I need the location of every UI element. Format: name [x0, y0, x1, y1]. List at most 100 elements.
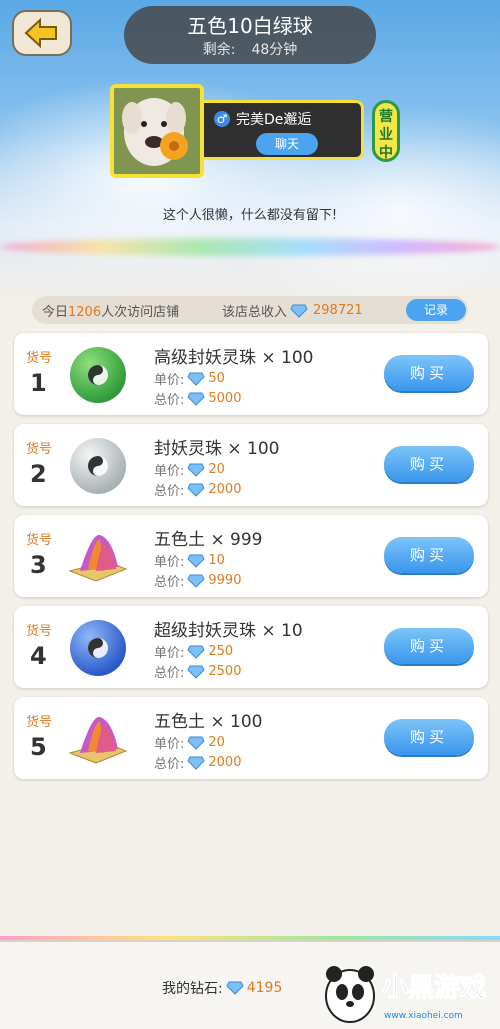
unit-price-label: 单价: [154, 555, 185, 570]
shop-item: 货号 3 五色土 × 999 单价: 10 总价: 9990 购买 [14, 515, 488, 597]
total-price-label: 总价: [154, 666, 185, 681]
unit-price-label: 单价: [154, 646, 185, 661]
item-number-label: 货号 [26, 533, 53, 548]
income-value: 298721 [313, 303, 363, 318]
item-number-label: 货号 [26, 624, 53, 639]
white-orb-icon [66, 436, 130, 496]
chat-button[interactable]: 聊天 [256, 133, 318, 155]
unit-price-label: 单价: [154, 737, 185, 752]
remaining-time: 剩余: 48分钟 [124, 40, 376, 60]
shop-title: 五色10白绿球 [187, 14, 313, 38]
diamond-icon [187, 372, 205, 386]
watermark-logo: 小黑游戏 www.xiaohei.com [325, 966, 487, 1023]
total-price-row: 总价: 2000 [154, 480, 241, 499]
buy-button[interactable]: 购买 [384, 719, 474, 755]
five-color-earth-icon [66, 709, 130, 769]
unit-price-row: 单价: 250 [154, 642, 233, 661]
diamond-icon [187, 756, 205, 770]
remaining-value: 48分钟 [251, 42, 298, 58]
item-name: 封妖灵珠 × 100 [154, 439, 280, 459]
diamond-icon [187, 483, 205, 497]
diamond-icon [187, 665, 205, 679]
total-price-row: 总价: 2500 [154, 662, 241, 681]
total-price-label: 总价: [154, 757, 185, 772]
shop-title-panel: 五色10白绿球 剩余: 48分钟 [124, 6, 376, 64]
shop-stats-bar: 今日1206人次访问店铺 该店总收入 298721 记录 [32, 296, 468, 324]
owner-name: 完美De邂逅 [236, 112, 312, 128]
unit-price: 50 [208, 371, 225, 386]
blue-orb-icon [66, 618, 130, 678]
diamond-icon [226, 981, 244, 995]
shop-item: 货号 2 封妖灵珠 × 100 单价: 20 总价: 2000 购买 [14, 424, 488, 506]
open-status-badge: 营业中 [372, 100, 400, 162]
diamond-icon [187, 554, 205, 568]
unit-price-row: 单价: 10 [154, 551, 225, 570]
record-button[interactable]: 记录 [406, 299, 466, 321]
item-name: 高级封妖灵珠 × 100 [154, 348, 314, 368]
visits-count: 1206 [68, 305, 102, 320]
rainbow-band [0, 238, 500, 256]
unit-price: 20 [208, 735, 225, 750]
owner-avatar[interactable] [110, 84, 204, 178]
unit-price-row: 单价: 50 [154, 369, 225, 388]
unit-price-row: 单价: 20 [154, 460, 225, 479]
unit-price: 20 [208, 462, 225, 477]
my-diamond-label: 我的钻石: [162, 981, 223, 997]
shop-item: 货号 1 高级封妖灵珠 × 100 单价: 50 总价: 5000 购买 [14, 333, 488, 415]
buy-button[interactable]: 购买 [384, 355, 474, 391]
watermark-brand: 小黑游戏 [382, 973, 486, 1003]
buy-button[interactable]: 购买 [384, 628, 474, 664]
total-price: 2000 [208, 755, 242, 770]
owner-name-row: ♂ 完美De邂逅 [214, 109, 311, 129]
total-price-row: 总价: 9990 [154, 571, 241, 590]
total-price-row: 总价: 2000 [154, 753, 241, 772]
unit-price-row: 单价: 20 [154, 733, 225, 752]
my-diamond: 我的钻石: 4195 [162, 978, 282, 998]
total-price: 9990 [208, 573, 242, 588]
visits-text: 今日1206人次访问店铺 [42, 301, 179, 320]
diamond-icon [187, 463, 205, 477]
diamond-icon [187, 392, 205, 406]
item-number: 1 [30, 369, 47, 397]
item-name: 五色土 × 999 [154, 530, 263, 550]
income-label: 该店总收入 [222, 305, 288, 320]
diamond-icon [187, 574, 205, 588]
total-price: 5000 [208, 391, 242, 406]
item-name: 超级封妖灵珠 × 10 [154, 621, 303, 641]
item-number: 3 [30, 551, 47, 579]
owner-info-box: ♂ 完美De邂逅 聊天 [204, 100, 364, 160]
male-icon: ♂ [214, 111, 230, 127]
item-number-label: 货号 [26, 442, 53, 457]
item-number: 4 [30, 642, 47, 670]
income-text: 该店总收入 298721 [222, 301, 363, 320]
item-number: 5 [30, 733, 47, 761]
green-orb-icon [66, 345, 130, 405]
total-price: 2500 [208, 664, 242, 679]
diamond-icon [187, 645, 205, 659]
dog-photo [114, 88, 200, 174]
item-name: 五色土 × 100 [154, 712, 263, 732]
item-number-label: 货号 [26, 351, 53, 366]
shop-item: 货号 4 超级封妖灵珠 × 10 单价: 250 总价: 2500 购买 [14, 606, 488, 688]
five-color-earth-icon [66, 527, 130, 587]
owner-signature: 这个人很懒，什么都没有留下! [162, 208, 338, 223]
total-price-label: 总价: [154, 484, 185, 499]
unit-price: 250 [208, 644, 234, 659]
unit-price-label: 单价: [154, 464, 185, 479]
back-button[interactable] [12, 10, 72, 56]
total-price-row: 总价: 5000 [154, 389, 241, 408]
buy-button[interactable]: 购买 [384, 446, 474, 482]
total-price-label: 总价: [154, 575, 185, 590]
unit-price-label: 单价: [154, 373, 185, 388]
visits-prefix: 今日 [42, 305, 69, 320]
remaining-label: 剩余: [202, 42, 236, 58]
unit-price: 10 [208, 553, 225, 568]
my-diamond-value: 4195 [246, 980, 283, 996]
total-price: 2000 [208, 482, 242, 497]
total-price-label: 总价: [154, 393, 185, 408]
item-number: 2 [30, 460, 47, 488]
item-number-label: 货号 [26, 715, 53, 730]
visits-suffix: 人次访问店铺 [101, 305, 180, 320]
watermark-url: www.xiaohei.com [384, 1011, 463, 1021]
buy-button[interactable]: 购买 [384, 537, 474, 573]
